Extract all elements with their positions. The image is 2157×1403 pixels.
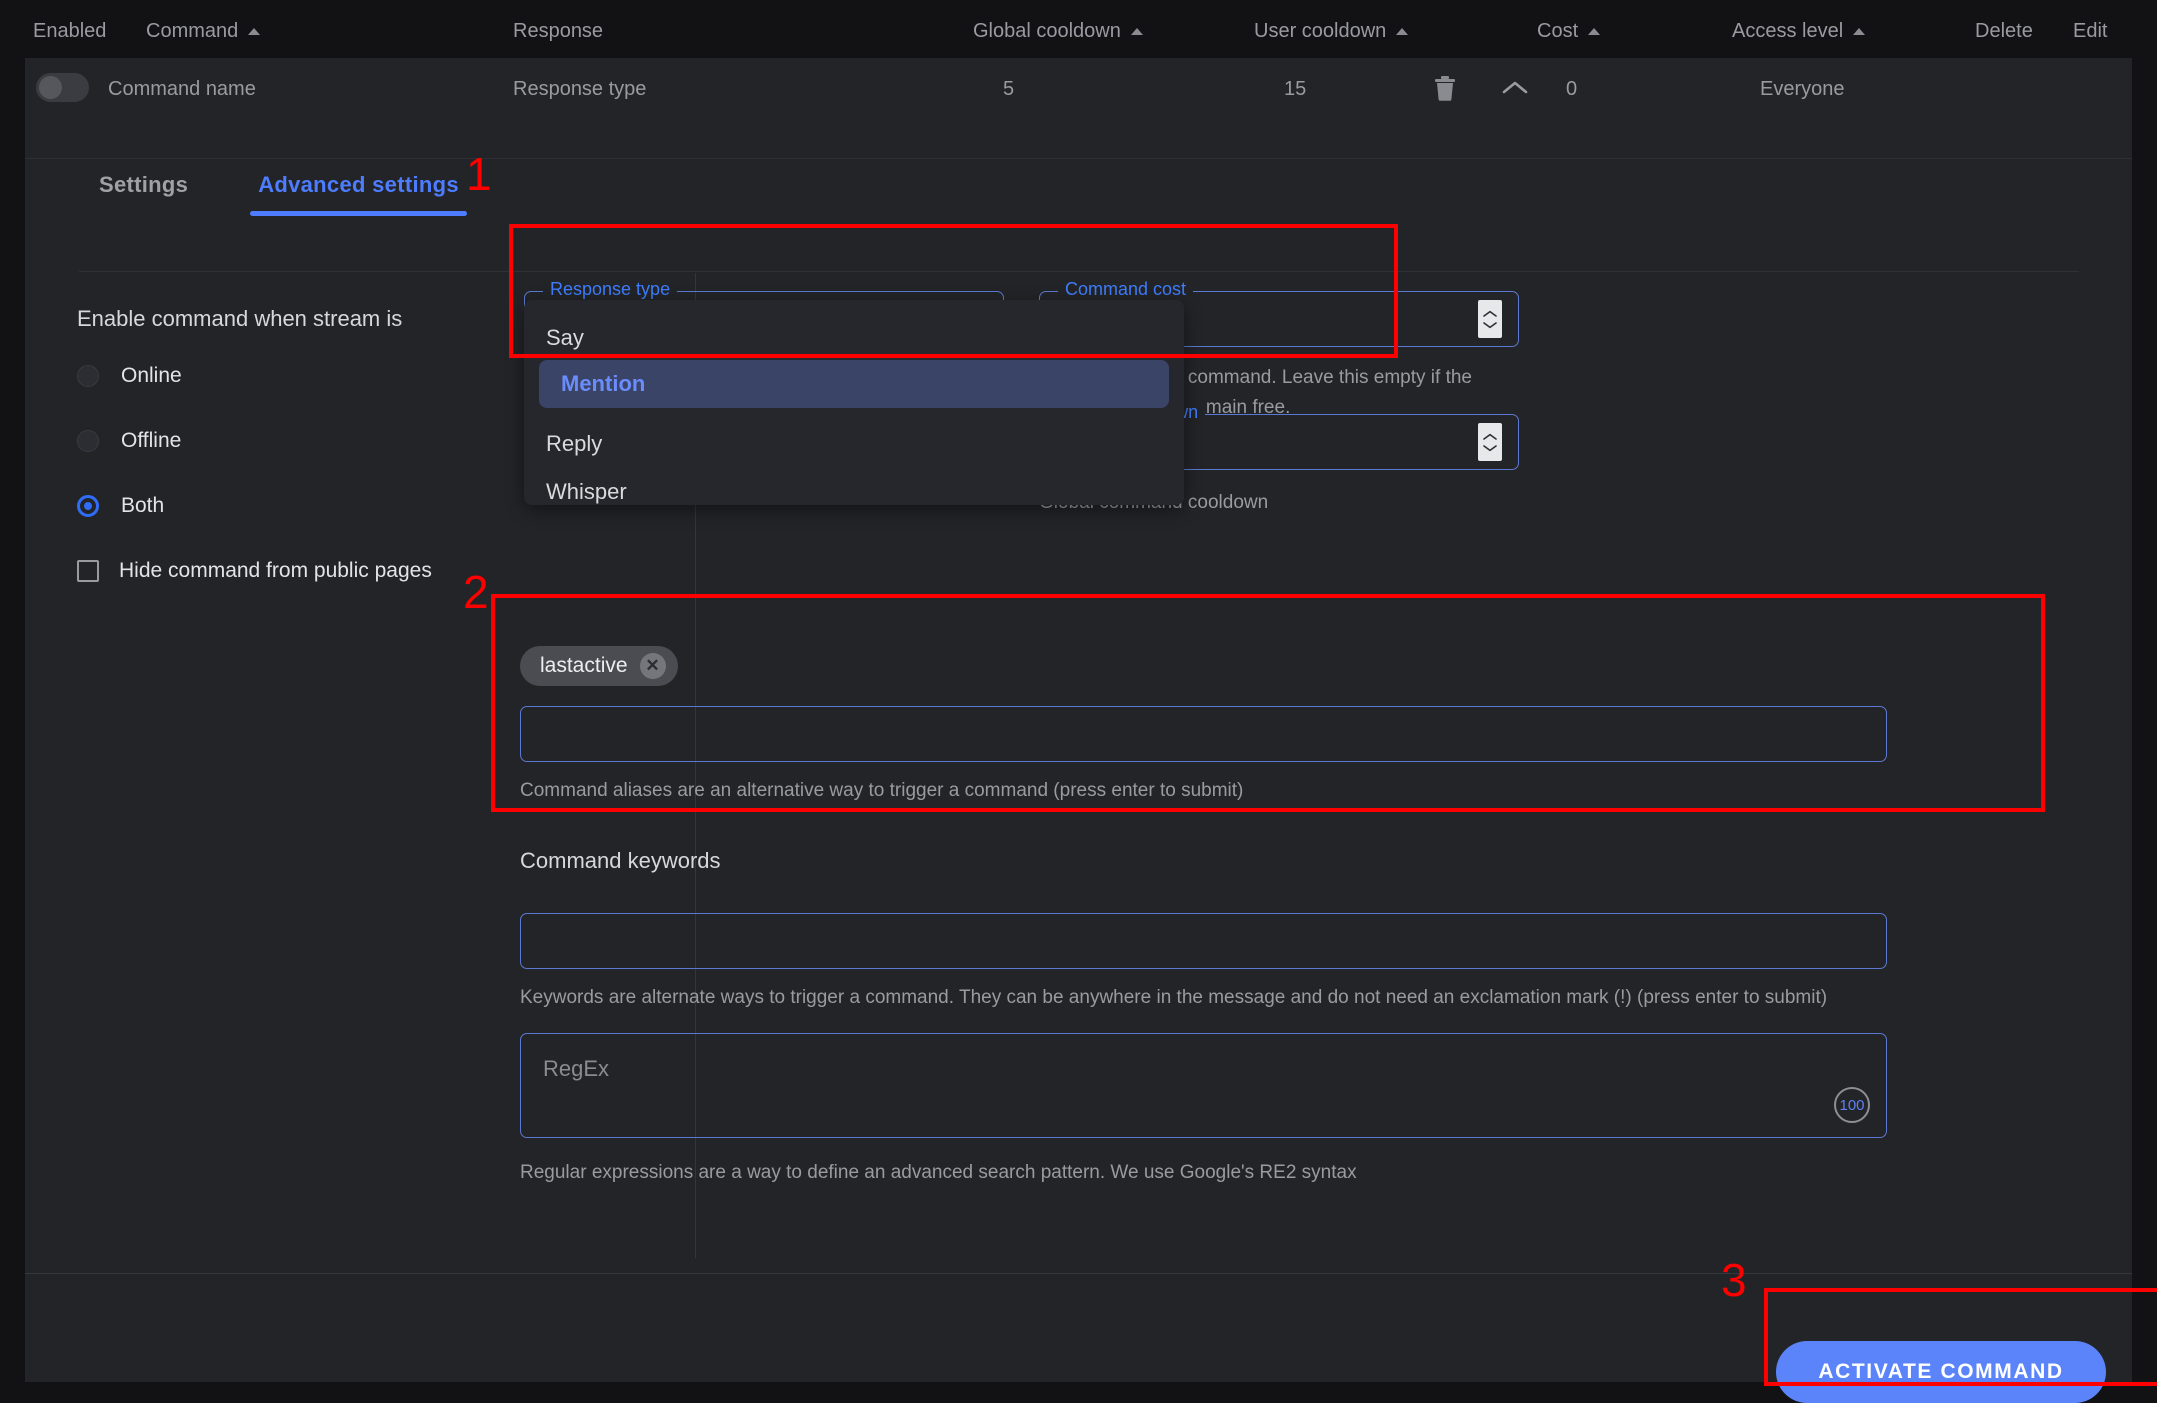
- sort-ascending-icon: [1588, 28, 1600, 35]
- global-cooldown-stepper[interactable]: [1478, 423, 1502, 461]
- regex-helper: Regular expressions are a way to define …: [520, 1158, 1357, 1188]
- chevron-down-icon: [1483, 321, 1497, 329]
- cell-global-cooldown: 5: [1003, 78, 1014, 101]
- annotation-number-1: 1: [466, 147, 492, 201]
- sort-ascending-icon: [1396, 28, 1408, 35]
- column-header-delete-label: Delete: [1975, 20, 2033, 43]
- column-header-access-level-label: Access level: [1732, 20, 1843, 43]
- alias-chip[interactable]: lastactive ✕: [520, 646, 678, 686]
- tab-settings[interactable]: Settings: [99, 172, 188, 216]
- command-row: Command name Response type 5 15 0 Everyo…: [25, 58, 2132, 118]
- response-type-label: Response type: [543, 279, 677, 300]
- radio-online-indicator: [77, 365, 99, 387]
- response-type-dropdown-menu[interactable]: Say Mention Reply Whisper: [524, 300, 1184, 505]
- chevron-down-icon: [1483, 444, 1497, 452]
- sort-ascending-icon: [248, 28, 260, 35]
- alias-input[interactable]: [520, 706, 1887, 762]
- dropdown-option-whisper[interactable]: Whisper: [524, 468, 1184, 505]
- column-header-cost[interactable]: Cost: [1537, 20, 1600, 43]
- collapse-command-button[interactable]: [1495, 68, 1535, 108]
- column-header-access-level[interactable]: Access level: [1732, 20, 1865, 43]
- chevron-up-icon: [1483, 310, 1497, 318]
- cell-user-cooldown: 15: [1284, 78, 1306, 101]
- dropdown-option-mention[interactable]: Mention: [539, 360, 1169, 408]
- cell-cost: 0: [1566, 78, 1577, 101]
- annotation-number-2: 2: [463, 565, 489, 619]
- radio-offline-label: Offline: [121, 429, 181, 453]
- command-cost-stepper[interactable]: [1478, 300, 1502, 338]
- tab-advanced-settings[interactable]: Advanced settings: [258, 172, 459, 216]
- column-header-response: Response: [513, 20, 603, 43]
- cell-access-level: Everyone: [1760, 78, 1845, 101]
- editor-tabs: Settings Advanced settings: [53, 162, 2103, 216]
- tabs-underline: [79, 271, 2079, 272]
- column-header-command-label: Command: [146, 20, 238, 43]
- alias-chip-label: lastactive: [540, 654, 628, 678]
- column-header-enabled-label: Enabled: [33, 20, 106, 43]
- column-header-edit: Edit: [2073, 20, 2107, 43]
- chevron-up-icon: [1483, 433, 1497, 441]
- column-header-response-label: Response: [513, 20, 603, 43]
- regex-character-counter: 100: [1834, 1087, 1870, 1123]
- column-header-enabled: Enabled: [33, 20, 106, 43]
- command-keywords-helper: Keywords are alternate ways to trigger a…: [520, 983, 1827, 1013]
- cell-command-name: Command name: [108, 78, 256, 101]
- regex-placeholder: RegEx: [543, 1056, 609, 1082]
- sort-ascending-icon: [1131, 28, 1143, 35]
- dropdown-option-say[interactable]: Say: [524, 314, 1184, 362]
- column-header-command[interactable]: Command: [146, 20, 260, 43]
- cell-response-type: Response type: [513, 78, 646, 101]
- commands-table-header: Enabled Command Response Global cooldown…: [0, 0, 2157, 58]
- radio-offline-indicator: [77, 430, 99, 452]
- command-keywords-input[interactable]: [520, 913, 1887, 969]
- radio-both-label: Both: [121, 494, 164, 518]
- toggle-knob: [39, 76, 62, 99]
- command-keywords-title: Command keywords: [520, 848, 721, 874]
- column-header-cost-label: Cost: [1537, 20, 1578, 43]
- delete-command-button[interactable]: [1425, 68, 1465, 108]
- radio-online-label: Online: [121, 364, 182, 388]
- radio-both-indicator: [77, 495, 99, 517]
- column-header-global-cooldown[interactable]: Global cooldown: [973, 20, 1143, 43]
- chevron-up-icon: [1502, 80, 1528, 96]
- regex-input[interactable]: RegEx 100: [520, 1033, 1887, 1138]
- column-header-delete: Delete: [1975, 20, 2033, 43]
- alias-helper: Command aliases are an alternative way t…: [520, 776, 1243, 806]
- column-header-global-cooldown-label: Global cooldown: [973, 20, 1121, 43]
- row-divider: [25, 158, 2132, 159]
- column-header-user-cooldown[interactable]: User cooldown: [1254, 20, 1408, 43]
- radio-selected-dot: [84, 502, 92, 510]
- command-cost-label: Command cost: [1058, 279, 1193, 300]
- column-header-edit-label: Edit: [2073, 20, 2107, 43]
- hide-command-checkbox-row[interactable]: Hide command from public pages: [77, 559, 667, 583]
- hide-command-checkbox[interactable]: [77, 560, 99, 582]
- column-header-user-cooldown-label: User cooldown: [1254, 20, 1386, 43]
- activate-command-button[interactable]: ACTIVATE COMMAND: [1776, 1341, 2106, 1403]
- trash-icon: [1434, 75, 1456, 101]
- annotation-number-3: 3: [1721, 1253, 1747, 1307]
- app-root: Enabled Command Response Global cooldown…: [0, 0, 2157, 1403]
- enabled-toggle[interactable]: [36, 73, 89, 102]
- sort-ascending-icon: [1853, 28, 1865, 35]
- dropdown-option-reply[interactable]: Reply: [524, 420, 1184, 468]
- footer-divider: [25, 1273, 2132, 1274]
- close-icon[interactable]: ✕: [640, 653, 666, 679]
- hide-command-label: Hide command from public pages: [119, 559, 432, 583]
- command-editor-card: Command name Response type 5 15 0 Everyo…: [25, 58, 2132, 1382]
